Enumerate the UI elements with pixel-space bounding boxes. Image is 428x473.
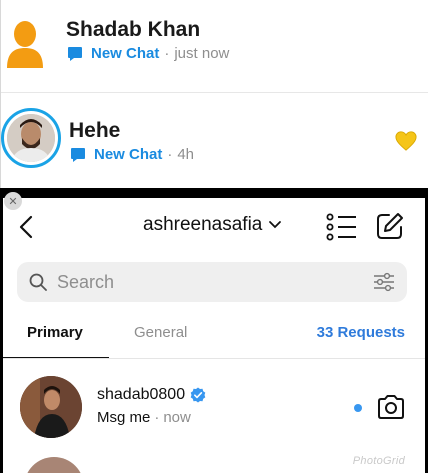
search-placeholder: Search [57, 272, 115, 292]
message-time: now [163, 409, 191, 426]
yellow-heart-icon [395, 131, 417, 151]
avatar[interactable] [1, 108, 61, 168]
chat-time: just now [174, 45, 230, 62]
new-chat-label: New Chat [94, 146, 163, 163]
thread-username: shadab0800 [97, 386, 206, 404]
verified-badge-icon [190, 387, 206, 403]
avatar-photo [20, 376, 82, 438]
separator: · [154, 409, 160, 426]
divider [3, 358, 425, 359]
separator-band [0, 188, 428, 198]
avatar-photo [7, 114, 55, 162]
watermark: PhotoGrid [352, 455, 405, 467]
tab-primary[interactable]: Primary [27, 324, 83, 341]
chat-name: Shadab Khan [66, 18, 201, 41]
chat-bubble-icon [71, 147, 85, 162]
instagram-dm-panel: ashreenasafia Search Primary General 33 … [0, 198, 428, 473]
new-chat-label: New Chat [91, 45, 160, 62]
chat-status: New Chat · just now [67, 45, 229, 62]
avatar[interactable] [20, 376, 82, 438]
requests-link[interactable]: 33 Requests [317, 324, 405, 341]
list-icon[interactable] [325, 212, 357, 242]
separator: · [164, 45, 170, 62]
chat-time: 4h [177, 146, 195, 163]
avatar[interactable] [24, 457, 84, 473]
chat-bubble-icon [68, 46, 82, 61]
search-input[interactable]: Search [17, 262, 407, 302]
tab-general[interactable]: General [134, 324, 187, 341]
message-preview: Msg me [97, 409, 151, 426]
chat-name: Hehe [69, 119, 121, 142]
username: shadab0800 [97, 386, 186, 403]
divider [1, 92, 428, 93]
chat-row-hehe[interactable]: Hehe New Chat · 4h [1, 100, 428, 188]
separator: · [167, 146, 173, 163]
account-switcher[interactable]: ashreenasafia [143, 214, 282, 236]
filter-icon[interactable] [373, 272, 395, 292]
thread-row[interactable]: shadab0800 Msg me · now [3, 368, 425, 448]
thread-preview: Msg me · now [97, 409, 191, 426]
search-icon [29, 273, 47, 291]
chevron-down-icon [269, 221, 282, 229]
chat-row-shadab-khan[interactable]: Shadab Khan New Chat · just now [1, 0, 428, 90]
back-arrow-icon[interactable] [17, 214, 35, 240]
close-icon[interactable]: ✕ [4, 192, 22, 210]
camera-icon[interactable] [376, 393, 406, 421]
account-username: ashreenasafia [143, 214, 263, 235]
inbox-tabs: Primary General 33 Requests [3, 318, 425, 360]
compose-icon[interactable] [376, 212, 404, 240]
dm-header: ashreenasafia [3, 198, 425, 256]
chat-status: New Chat · 4h [70, 146, 194, 163]
unread-indicator [354, 404, 362, 412]
bitmoji-placeholder-avatar [7, 21, 43, 68]
snapchat-panel: Shadab Khan New Chat · just now Hehe New… [0, 0, 428, 190]
